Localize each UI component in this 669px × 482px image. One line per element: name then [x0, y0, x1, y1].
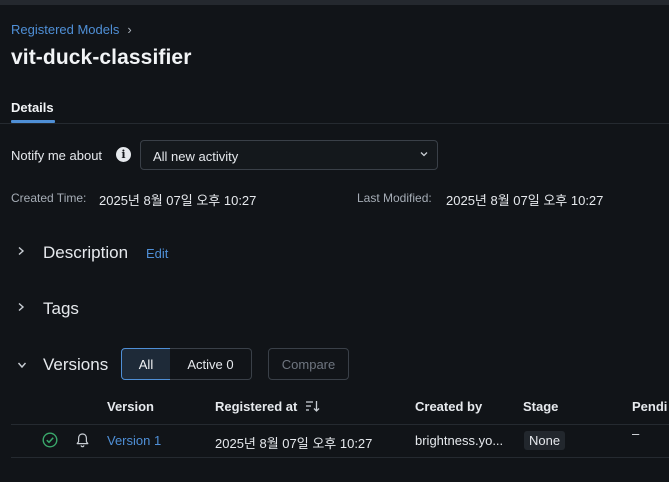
- stage-badge: None: [524, 431, 566, 450]
- column-header-stage[interactable]: Stage: [523, 399, 558, 414]
- tab-details[interactable]: Details: [11, 100, 54, 115]
- info-icon[interactable]: i: [116, 147, 131, 162]
- chevron-right-icon[interactable]: [16, 302, 26, 312]
- created-time-value: 2025년 8월 07일 오후 10:27: [99, 193, 257, 208]
- notify-select-value: All new activity: [153, 149, 239, 164]
- filter-all-button[interactable]: All: [121, 348, 171, 380]
- column-header-version[interactable]: Version: [107, 399, 154, 414]
- breadcrumb-registered-models-link[interactable]: Registered Models: [11, 22, 119, 37]
- table-cell-created-by: brightness.yo...: [415, 433, 504, 448]
- column-header-created-by[interactable]: Created by: [415, 399, 482, 414]
- table-cell-version[interactable]: Version 1: [107, 433, 161, 448]
- tags-section-title[interactable]: Tags: [43, 299, 79, 319]
- chevron-down-icon: [420, 152, 428, 157]
- table-header-divider: [11, 424, 669, 425]
- breadcrumb: Registered Models ›: [11, 22, 132, 37]
- notify-label: Notify me about: [11, 148, 103, 163]
- table-cell-registered-at: 2025년 8월 07일 오후 10:27: [215, 436, 373, 451]
- compare-button[interactable]: Compare: [268, 348, 349, 380]
- version-link[interactable]: Version 1: [107, 433, 161, 448]
- bell-icon[interactable]: [75, 432, 90, 448]
- chevron-right-icon[interactable]: [16, 246, 26, 256]
- column-header-pending[interactable]: Pendi: [632, 399, 667, 414]
- filter-active-button[interactable]: Active 0: [170, 348, 252, 380]
- check-circle-icon: [42, 432, 58, 448]
- description-section-title[interactable]: Description: [43, 243, 128, 263]
- description-edit-link[interactable]: Edit: [146, 246, 168, 261]
- breadcrumb-separator-icon: ›: [127, 22, 132, 37]
- last-modified-value: 2025년 8월 07일 오후 10:27: [446, 193, 604, 208]
- created-time-label: Created Time:: [11, 191, 87, 205]
- last-modified-label: Last Modified:: [357, 191, 432, 205]
- chevron-down-icon[interactable]: [17, 360, 27, 370]
- top-bar: [0, 0, 669, 5]
- versions-section-title[interactable]: Versions: [43, 355, 108, 375]
- sort-icon[interactable]: [305, 399, 320, 413]
- column-header-registered-at[interactable]: Registered at: [215, 399, 297, 414]
- table-row-divider: [11, 457, 669, 458]
- notify-select[interactable]: All new activity: [140, 140, 438, 170]
- page-title: vit-duck-classifier: [11, 46, 192, 69]
- tab-divider: [0, 123, 669, 124]
- table-cell-pending: –: [632, 426, 640, 441]
